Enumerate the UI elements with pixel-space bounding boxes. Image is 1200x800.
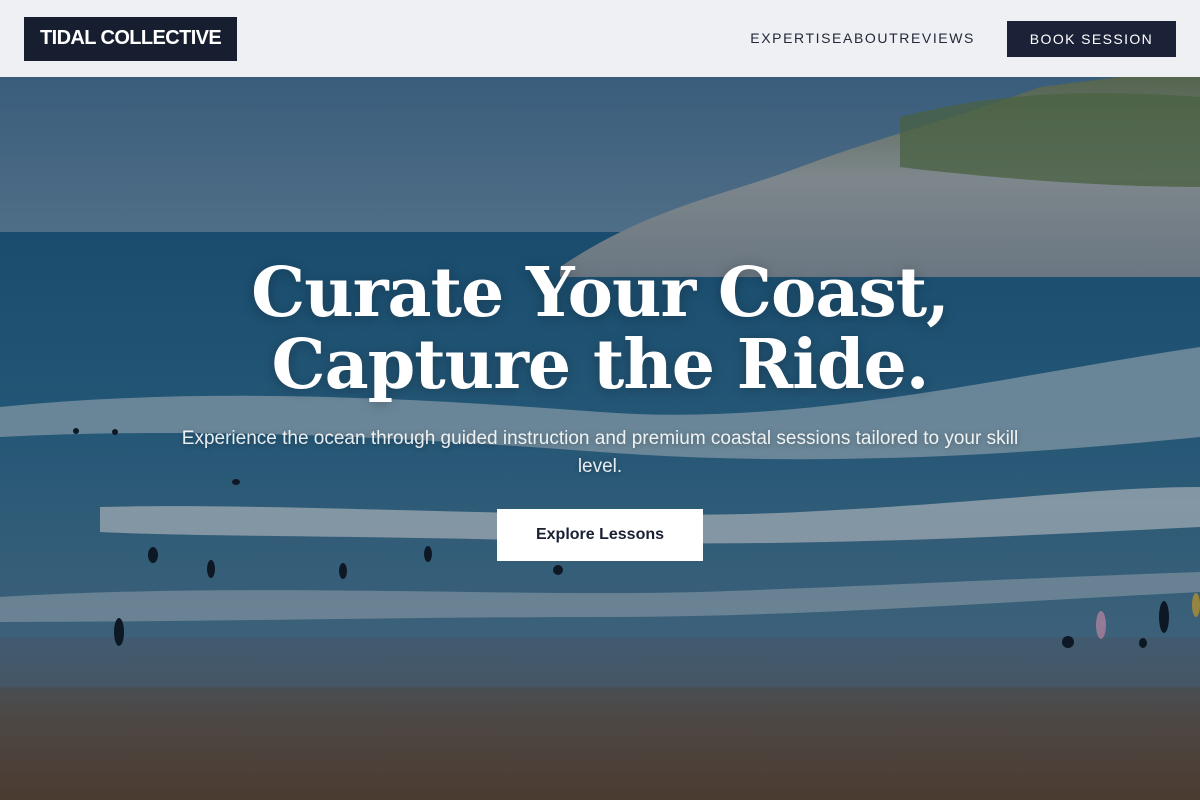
nav-links: EXPERTISE ABOUT REVIEWS (750, 30, 975, 48)
book-session-button[interactable]: BOOK SESSION (1007, 20, 1176, 57)
hero-section: Curate Your Coast, Capture the Ride. Exp… (0, 77, 1200, 800)
hero-content: Curate Your Coast, Capture the Ride. Exp… (0, 257, 1200, 561)
nav-link-about[interactable]: ABOUT (843, 30, 899, 46)
hero-title: Curate Your Coast, Capture the Ride. (0, 257, 1200, 401)
brand-logo[interactable]: TIDAL COLLECTIVE (24, 16, 238, 61)
hero-subtitle: Experience the ocean through guided inst… (181, 428, 1019, 477)
explore-lessons-button[interactable]: Explore Lessons (497, 509, 703, 561)
hero-title-line-1: Curate Your Coast, (251, 253, 950, 333)
hero-title-line-2: Capture the Ride. (271, 325, 930, 405)
top-navbar: TIDAL COLLECTIVE EXPERTISE ABOUT REVIEWS… (0, 0, 1200, 77)
nav-right: EXPERTISE ABOUT REVIEWS BOOK SESSION (750, 20, 1176, 57)
nav-link-reviews[interactable]: REVIEWS (899, 30, 975, 46)
nav-link-expertise[interactable]: EXPERTISE (750, 30, 843, 46)
